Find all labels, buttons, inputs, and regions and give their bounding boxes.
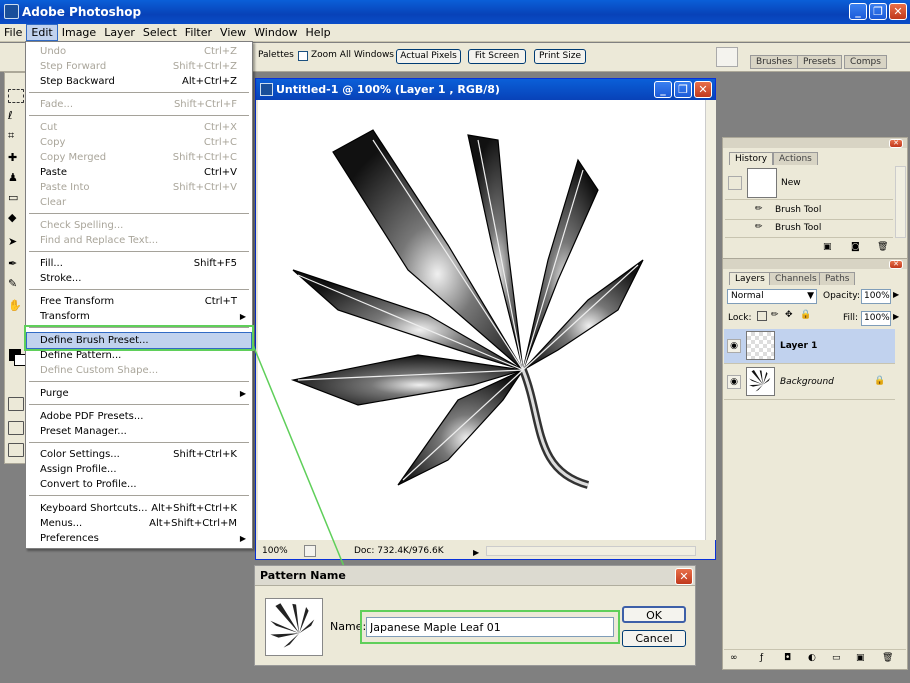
cancel-button[interactable]: Cancel: [622, 630, 686, 647]
opacity-label: Opacity:: [823, 291, 860, 301]
tab-history[interactable]: History: [729, 152, 774, 165]
panel-grip[interactable]: [723, 138, 907, 148]
tab-actions[interactable]: Actions: [773, 152, 818, 165]
layers-footer: ∞ ƒ ◘ ◐ ▭ ▣ 🗑: [724, 649, 906, 667]
history-brush-source-icon: [728, 176, 742, 190]
dialog-title: Pattern Name: [260, 569, 346, 582]
layer-thumbnail: [746, 367, 775, 396]
opacity-arrow-icon[interactable]: ▶: [893, 290, 899, 299]
blend-mode-select[interactable]: Normal ▼: [727, 289, 817, 304]
lock-position-icon[interactable]: ✥: [785, 310, 793, 320]
trash-icon[interactable]: 🗑: [882, 653, 893, 663]
eye-icon[interactable]: ◉: [727, 339, 741, 353]
new-group-icon[interactable]: ▭: [832, 653, 841, 663]
layers-close-icon[interactable]: ✕: [889, 260, 903, 269]
tab-layers[interactable]: Layers: [729, 272, 771, 285]
tab-channels[interactable]: Channels: [769, 272, 823, 285]
pattern-preview-thumbnail: [265, 598, 323, 656]
chevron-down-icon: ▼: [807, 291, 814, 301]
history-state[interactable]: ✏ Brush Tool: [725, 220, 893, 238]
lock-transparency-icon[interactable]: [757, 311, 767, 321]
fill-arrow-icon[interactable]: ▶: [893, 312, 899, 321]
tab-paths[interactable]: Paths: [819, 272, 856, 285]
history-panel: ✕ History Actions New ✏ Brush Tool ✏ Bru…: [722, 137, 908, 259]
new-document-icon[interactable]: ▣: [823, 242, 832, 252]
history-snapshot[interactable]: New: [725, 166, 893, 200]
layer-row-layer-1[interactable]: ◉ Layer 1: [724, 329, 895, 364]
dialog-close-icon[interactable]: ✕: [675, 568, 693, 585]
pattern-name-dialog: Pattern Name ✕ Name: OK Cancel: [254, 565, 696, 666]
trash-icon[interactable]: 🗑: [877, 242, 888, 252]
history-scrollbar[interactable]: [895, 166, 906, 238]
adjustment-layer-icon[interactable]: ◐: [808, 653, 816, 663]
lock-pixels-icon[interactable]: ✏: [771, 310, 779, 320]
panel-grip[interactable]: [723, 259, 907, 269]
opacity-input[interactable]: 100%: [861, 289, 891, 304]
new-layer-icon[interactable]: ▣: [856, 653, 865, 663]
snapshot-thumbnail: [747, 168, 777, 198]
ok-button[interactable]: OK: [622, 606, 686, 623]
brush-tool-icon: ✏: [755, 222, 763, 232]
lock-icon: 🔒: [874, 376, 886, 386]
eye-icon[interactable]: ◉: [727, 375, 741, 389]
link-layers-icon[interactable]: ∞: [730, 653, 738, 663]
fill-label: Fill:: [843, 313, 859, 323]
layer-row-background[interactable]: ◉ Background 🔒: [724, 365, 895, 400]
dialog-title-bar: Pattern Name: [255, 566, 695, 586]
pattern-name-input[interactable]: [366, 617, 614, 637]
lock-label: Lock:: [728, 313, 752, 323]
new-snapshot-icon[interactable]: ◙: [851, 242, 860, 252]
layer-style-icon[interactable]: ƒ: [760, 653, 763, 663]
fill-input[interactable]: 100%: [861, 311, 891, 326]
layer-thumbnail: [746, 331, 775, 360]
lock-all-icon[interactable]: 🔒: [800, 310, 811, 320]
layer-mask-icon[interactable]: ◘: [784, 653, 791, 663]
brush-tool-icon: ✏: [755, 204, 763, 214]
history-state[interactable]: ✏ Brush Tool: [725, 202, 893, 220]
layers-panel: ✕ Layers Channels Paths Normal ▼ Opacity:…: [722, 258, 908, 670]
history-close-icon[interactable]: ✕: [889, 139, 903, 148]
